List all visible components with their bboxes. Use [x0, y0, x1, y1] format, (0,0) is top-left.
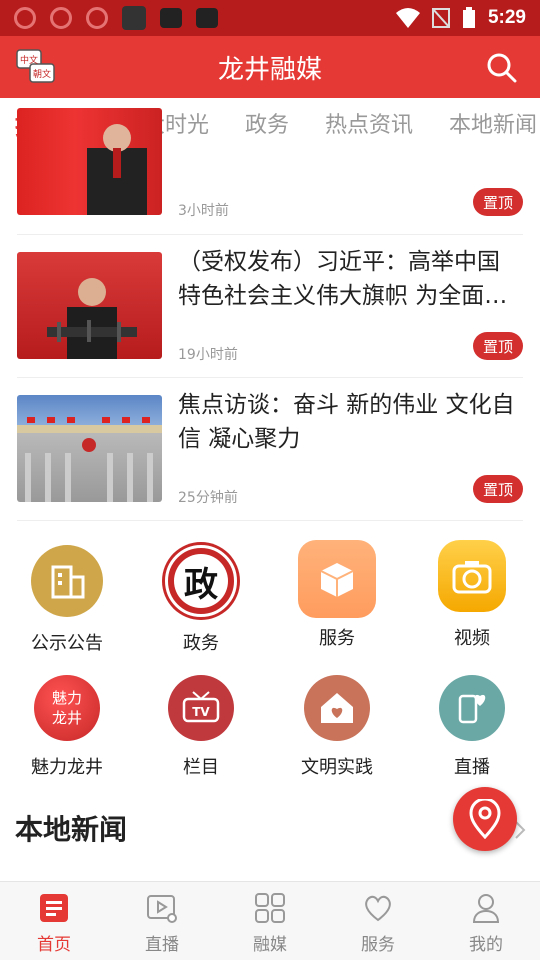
battery-icon: [462, 7, 475, 28]
grid-label: 视频: [454, 628, 490, 649]
live-icon: [147, 895, 177, 923]
svg-text:中文: 中文: [20, 54, 38, 66]
house-heart-icon: [304, 675, 370, 741]
nav-label: 首页: [37, 935, 71, 955]
tab-local-news[interactable]: 本地新闻: [449, 107, 537, 139]
nav-label: 服务: [361, 935, 395, 955]
grid-label: 直播: [454, 757, 490, 778]
tv-icon: TV: [168, 675, 234, 741]
language-icon: 中文 朝文: [16, 49, 55, 83]
grid-item-video[interactable]: 视频: [417, 540, 527, 650]
status-bar: 5:29: [0, 0, 540, 36]
nav-label: 我的: [469, 935, 503, 955]
news-time: 25分钟前: [178, 490, 238, 506]
news-item[interactable]: 焦点访谈：奋斗 新的伟业 文化自信 凝心聚力 25分钟前 置顶: [17, 378, 523, 521]
language-switch-button[interactable]: 中文 朝文: [16, 49, 56, 85]
svg-text:TV: TV: [192, 705, 210, 719]
app-title: 龙井融媒: [217, 54, 322, 85]
tab-government[interactable]: 政务: [245, 107, 289, 139]
nav-service[interactable]: 服务: [324, 882, 432, 960]
app-header: 中文 朝文 龙井融媒: [0, 36, 540, 98]
home-icon: [40, 894, 68, 922]
svg-text:朝文: 朝文: [33, 68, 51, 80]
news-thumbnail: [17, 108, 162, 215]
zheng-icon: 政: [165, 545, 237, 617]
nav-home[interactable]: 首页: [0, 882, 108, 960]
grid-item-announcement[interactable]: 公示公告: [12, 545, 122, 655]
news-thumbnail: [17, 252, 162, 359]
grid-item-columns[interactable]: TV 栏目: [146, 675, 256, 779]
app-icon: [122, 6, 146, 30]
pinned-badge: 置顶: [473, 475, 523, 503]
news-item[interactable]: （受权发布）习近平：高举中国特色社会主义伟大旗帜 为全面… 19小时前 置顶: [17, 235, 523, 378]
grid-label: 政务: [183, 633, 219, 654]
user-icon: [472, 894, 500, 923]
bottom-navigation: 首页 直播 融媒 服务 我的: [0, 881, 540, 960]
news-item[interactable]: 3小时前 置顶: [17, 108, 523, 235]
wifi-icon: [395, 8, 420, 28]
nav-label: 直播: [145, 935, 179, 955]
news-title: （受权发布）习近平：高举中国特色社会主义伟大旗帜 为全面…: [178, 249, 508, 309]
chrome-icon: [50, 7, 72, 29]
charm-icon: 魅力 龙井: [34, 675, 100, 741]
app-icon: [160, 8, 182, 28]
search-icon: [487, 53, 517, 83]
chrome-icon: [86, 7, 108, 29]
clock: 5:29: [487, 7, 526, 28]
chrome-icon: [14, 7, 36, 29]
grid-icon: [255, 893, 285, 923]
heart-icon: [365, 895, 391, 922]
pinned-badge: 置顶: [473, 188, 523, 216]
grid-item-civilization-practice[interactable]: 文明实践: [282, 675, 392, 779]
location-float-button[interactable]: [453, 787, 517, 851]
building-icon: [31, 545, 103, 617]
phone-heart-icon: [439, 675, 505, 741]
box-icon: [298, 540, 376, 618]
grid-label: 文明实践: [301, 757, 373, 778]
news-time: 19小时前: [178, 347, 238, 363]
grid-item-government[interactable]: 政 政务: [146, 545, 256, 655]
grid-item-service[interactable]: 服务: [282, 540, 392, 650]
grid-label: 公示公告: [31, 633, 103, 654]
nav-label: 融媒: [253, 935, 287, 955]
grid-item-charm-longjing[interactable]: 魅力 龙井 魅力龙井: [12, 675, 122, 779]
nav-media[interactable]: 融媒: [216, 882, 324, 960]
camera-icon: [438, 540, 506, 612]
grid-label: 栏目: [183, 757, 219, 778]
no-sim-icon: [431, 8, 450, 28]
search-button[interactable]: [486, 52, 518, 84]
section-title: 本地新闻: [15, 813, 128, 846]
nav-profile[interactable]: 我的: [432, 882, 540, 960]
location-icon: [469, 799, 501, 839]
grid-item-live[interactable]: 直播: [417, 675, 527, 779]
news-time: 3小时前: [178, 203, 229, 219]
nav-live[interactable]: 直播: [108, 882, 216, 960]
app-icon: [196, 8, 218, 28]
grid-label: 魅力龙井: [31, 757, 103, 778]
grid-label: 服务: [319, 628, 355, 649]
tab-hot-news[interactable]: 热点资讯: [325, 107, 413, 139]
pinned-badge: 置顶: [473, 332, 523, 360]
news-thumbnail: [17, 395, 162, 502]
news-title: 焦点访谈：奋斗 新的伟业 文化自信 凝心聚力: [178, 392, 515, 452]
